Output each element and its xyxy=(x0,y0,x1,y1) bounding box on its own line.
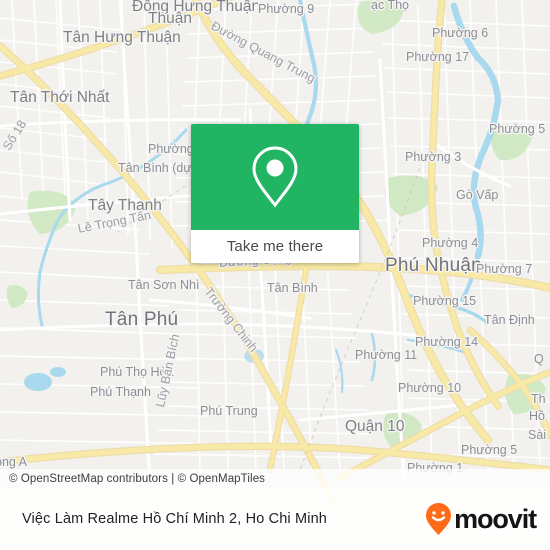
location-pin-icon xyxy=(252,146,298,208)
moovit-logo[interactable]: moovit xyxy=(425,502,550,536)
map-attribution: © OpenStreetMap contributors | © OpenMap… xyxy=(0,469,550,488)
footer-bar: Việc Làm Realme Hồ Chí Minh 2, Ho Chi Mi… xyxy=(0,488,550,550)
take-me-there-button[interactable]: Take me there xyxy=(191,230,359,263)
moovit-pin-icon xyxy=(426,503,452,535)
popup-header xyxy=(191,124,359,230)
moovit-wordmark: moovit xyxy=(454,503,537,534)
page-title: Việc Làm Realme Hồ Chí Minh 2, Ho Chi Mi… xyxy=(22,511,328,527)
map-popup-card[interactable]: Take me there xyxy=(191,124,359,263)
take-me-there-label: Take me there xyxy=(226,238,324,255)
attribution-text[interactable]: © OpenStreetMap contributors | © OpenMap… xyxy=(0,473,265,485)
map-canvas[interactable]: Đông Hưng Thuận Thuận Phường 9 ạc Thọ Phường… xyxy=(0,0,550,550)
map-tiles xyxy=(0,0,550,550)
map-screen: Đông Hưng Thuận Thuận Phường 9 ạc Thọ Phường… xyxy=(0,0,550,550)
